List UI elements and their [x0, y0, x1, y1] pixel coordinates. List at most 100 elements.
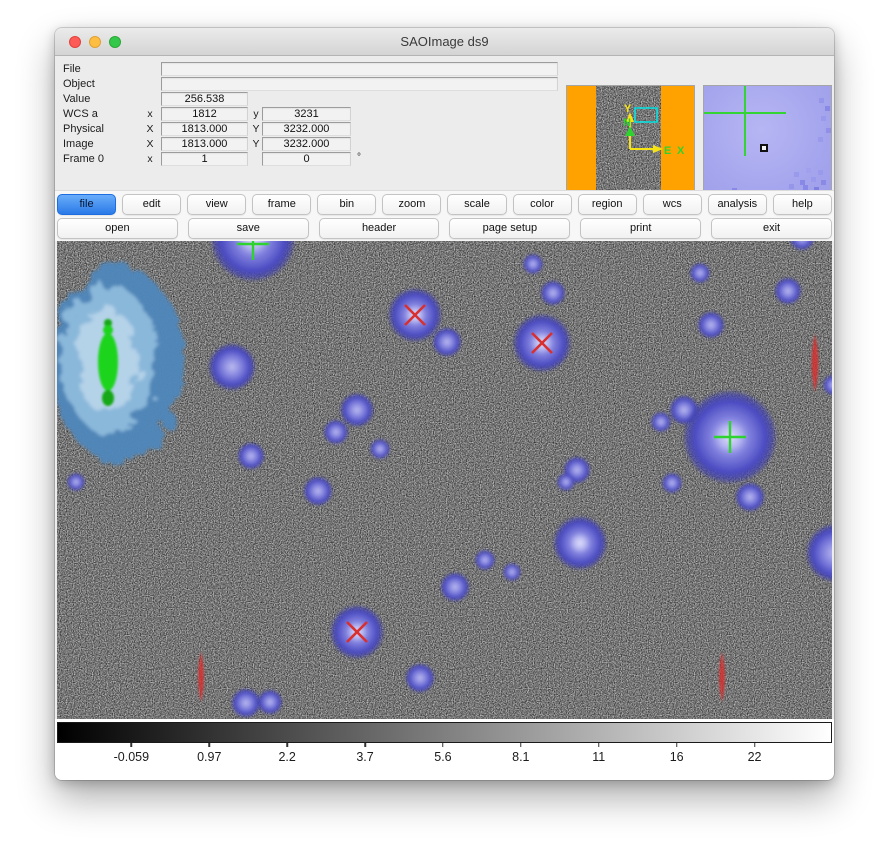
- colorbar-tick: [520, 743, 522, 747]
- colorbar-panel: -0.0590.972.23.75.68.1111622: [55, 719, 834, 780]
- star-blob: [523, 254, 543, 274]
- colorbar-tick: [598, 743, 600, 747]
- star-blob: [440, 572, 469, 601]
- panner-viewbox[interactable]: [635, 108, 657, 122]
- title-bar[interactable]: SAOImage ds9: [55, 28, 834, 56]
- saturated-galaxy: [57, 265, 183, 461]
- object-field[interactable]: [161, 77, 558, 91]
- axis-y-label: Y: [624, 103, 632, 115]
- menu-button-zoom[interactable]: zoom: [382, 194, 441, 215]
- menu-button-scale[interactable]: scale: [447, 194, 506, 215]
- menu-bar: file edit view frame binzoom scale color region…: [57, 194, 832, 215]
- value-label: Value: [63, 93, 90, 105]
- menu-button-bin[interactable]: bin: [317, 194, 376, 215]
- physical-x-field[interactable]: 1813.000: [161, 122, 248, 136]
- menu-button-exit[interactable]: exit: [711, 218, 832, 239]
- menu-button-open[interactable]: open: [57, 218, 178, 239]
- colorbar-tick: [442, 743, 444, 747]
- magnifier-cursor-pixel: [760, 144, 768, 152]
- physical-label: Physical: [63, 123, 104, 135]
- window-title: SAOImage ds9: [55, 34, 834, 49]
- colorbar-tick-label: 5.6: [434, 750, 451, 764]
- menu-area: file edit view frame binzoom scale color region…: [55, 190, 834, 241]
- colorbar-tick-label: 0.97: [197, 750, 221, 764]
- menu-button-region[interactable]: region: [578, 194, 637, 215]
- physical-y-key: Y: [250, 123, 262, 135]
- star-blob: [775, 278, 802, 305]
- star-blob: [370, 439, 390, 459]
- file-field[interactable]: [161, 62, 558, 76]
- menu-button-color[interactable]: color: [513, 194, 572, 215]
- menu-button-frame[interactable]: frame: [252, 194, 311, 215]
- star-blob: [475, 550, 495, 570]
- star-blob: [238, 443, 265, 470]
- value-field[interactable]: 256.538: [161, 92, 248, 106]
- star-blob: [303, 476, 332, 505]
- colorbar-tick: [364, 743, 366, 747]
- image-y-field[interactable]: 3232.000: [262, 137, 351, 151]
- magnifier-pixels: [824, 90, 829, 95]
- compass-east-label: E: [664, 145, 671, 157]
- menu-button-header[interactable]: header: [319, 218, 440, 239]
- wcs-x-field[interactable]: 1812: [161, 107, 248, 121]
- colorbar-tick: [754, 743, 756, 747]
- menu-button-file[interactable]: file: [57, 194, 116, 215]
- sky-image[interactable]: [57, 241, 832, 719]
- wcs-y-field[interactable]: 3231: [262, 107, 351, 121]
- menu-button-edit[interactable]: edit: [122, 194, 181, 215]
- wcs-label: WCS a: [63, 108, 98, 120]
- star-blob: [662, 473, 682, 493]
- star-blob: [324, 420, 349, 445]
- image-y-key: Y: [250, 138, 262, 150]
- star-blob: [735, 482, 764, 511]
- menu-button-page-setup[interactable]: page setup: [449, 218, 570, 239]
- star-blob: [698, 312, 725, 339]
- compass-north-label: N: [623, 117, 631, 129]
- physical-x-key: X: [144, 123, 156, 135]
- menu-button-print[interactable]: print: [580, 218, 701, 239]
- frame-rotate-field[interactable]: 0: [262, 152, 351, 166]
- wcs-y-key: y: [250, 108, 262, 120]
- colorbar-tick-label: -0.059: [114, 750, 149, 764]
- colorbar-tick-label: 16: [670, 750, 684, 764]
- star-blob: [690, 263, 710, 283]
- menu-button-help[interactable]: help: [773, 194, 832, 215]
- star-blob: [258, 690, 283, 715]
- star-blob: [405, 663, 434, 692]
- colorbar-tick: [208, 743, 210, 747]
- frame-zoom-key: x: [144, 153, 156, 165]
- physical-y-field[interactable]: 3232.000: [262, 122, 351, 136]
- image-x-field[interactable]: 1813.000: [161, 137, 248, 151]
- colorbar-tick: [131, 743, 133, 747]
- degree-symbol: °: [357, 152, 361, 163]
- star-blob: [557, 473, 575, 491]
- main-image-frame[interactable]: [57, 241, 832, 719]
- menu-button-save[interactable]: save: [188, 218, 309, 239]
- star-blob: [541, 281, 566, 306]
- menu-button-view[interactable]: view: [187, 194, 246, 215]
- axis-x-arrow-icon: [653, 145, 663, 153]
- star-blob: [432, 327, 461, 356]
- colorbar-tick-label: 3.7: [356, 750, 373, 764]
- frame-label: Frame 0: [63, 153, 104, 165]
- star-blob: [503, 563, 521, 581]
- colorbar-tick: [676, 743, 678, 747]
- star-blob: [208, 343, 255, 390]
- image-x-key: X: [144, 138, 156, 150]
- magnifier-crosshair-icon: [744, 86, 746, 156]
- star-blob: [651, 412, 671, 432]
- colorbar-tick-label: 11: [592, 750, 605, 764]
- colorbar-tick-label: 2.2: [278, 750, 295, 764]
- star-blob: [67, 473, 85, 491]
- app-window: SAOImage ds9 File Object Value 256.538 W…: [55, 28, 834, 780]
- colorbar-tick: [286, 743, 288, 747]
- menu-button-wcs[interactable]: wcs: [643, 194, 702, 215]
- action-bar: open save header page setup print exit: [57, 218, 832, 239]
- file-label: File: [63, 63, 81, 75]
- menu-button-analysis[interactable]: analysis: [708, 194, 767, 215]
- star-blob: [231, 688, 260, 717]
- frame-zoom-field[interactable]: 1: [161, 152, 248, 166]
- colorbar-tick-label: 22: [748, 750, 762, 764]
- colorbar-gradient[interactable]: [57, 722, 832, 743]
- wcs-x-key: x: [144, 108, 156, 120]
